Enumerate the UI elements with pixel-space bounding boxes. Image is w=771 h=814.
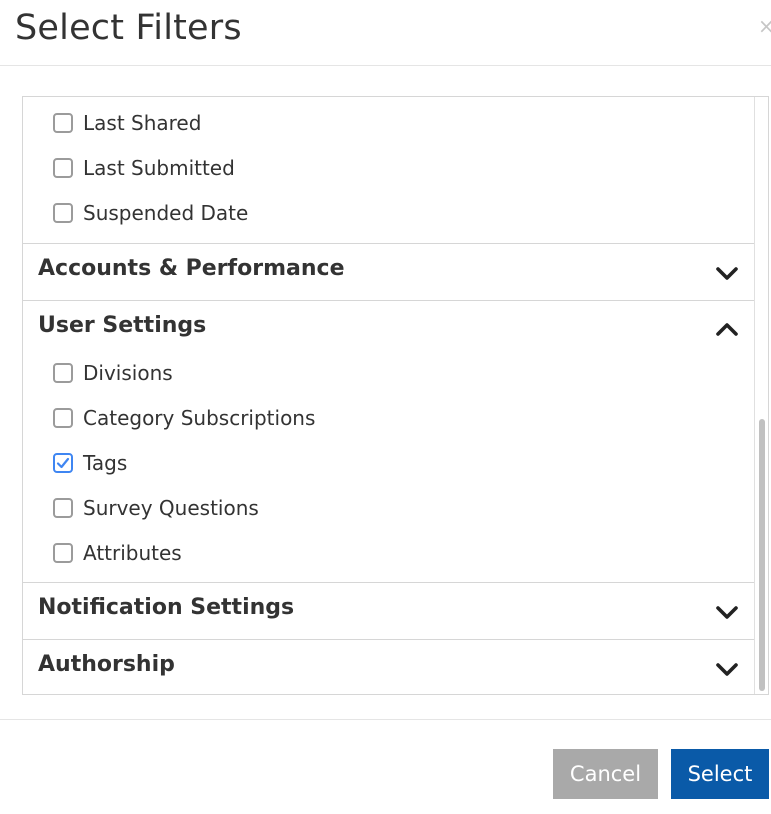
section-notification-settings[interactable]: Notification Settings xyxy=(23,582,755,639)
option-label: Suspended Date xyxy=(83,201,249,225)
checkbox-last-submitted[interactable] xyxy=(53,158,73,178)
section-title: Accounts & Performance xyxy=(38,256,345,281)
cancel-button[interactable]: Cancel xyxy=(553,749,658,799)
checkbox-suspended-date[interactable] xyxy=(53,203,73,223)
option-label: Category Subscriptions xyxy=(83,406,316,430)
option-suspended-date[interactable]: Suspended Date xyxy=(53,201,248,225)
filter-list-panel: Last Shared Last Submitted Suspended Dat… xyxy=(22,96,769,695)
select-button[interactable]: Select xyxy=(671,749,769,799)
option-label: Last Submitted xyxy=(83,156,235,180)
checkbox-attributes[interactable] xyxy=(53,543,73,563)
checkbox-last-shared[interactable] xyxy=(53,113,73,133)
section-title: Authorship xyxy=(38,652,175,677)
scrollbar-track[interactable] xyxy=(754,97,768,694)
option-label: Attributes xyxy=(83,541,182,565)
dialog-footer: Cancel Select xyxy=(0,719,771,814)
chevron-up-icon[interactable] xyxy=(715,318,739,342)
section-accounts-performance[interactable]: Accounts & Performance xyxy=(23,243,755,300)
section-user-settings: User Settings Divisions Category Subscri… xyxy=(23,300,755,582)
option-attributes[interactable]: Attributes xyxy=(53,541,182,565)
section-title: Notification Settings xyxy=(38,595,295,620)
dialog-header: Select Filters × xyxy=(0,0,771,66)
option-last-submitted[interactable]: Last Submitted xyxy=(53,156,235,180)
section-authorship[interactable]: Authorship xyxy=(23,639,755,694)
option-tags[interactable]: Tags xyxy=(53,451,127,475)
option-label: Divisions xyxy=(83,361,173,385)
checkbox-divisions[interactable] xyxy=(53,363,73,383)
chevron-down-icon[interactable] xyxy=(715,657,739,681)
option-label: Tags xyxy=(83,451,128,475)
option-survey-questions[interactable]: Survey Questions xyxy=(53,496,259,520)
checkbox-category-subscriptions[interactable] xyxy=(53,408,73,428)
section-title[interactable]: User Settings xyxy=(38,313,206,338)
chevron-down-icon[interactable] xyxy=(715,261,739,285)
option-divisions[interactable]: Divisions xyxy=(53,361,173,385)
chevron-down-icon[interactable] xyxy=(715,600,739,624)
option-label: Last Shared xyxy=(83,111,202,135)
scrollbar-thumb[interactable] xyxy=(759,419,765,691)
option-last-shared[interactable]: Last Shared xyxy=(53,111,201,135)
close-icon[interactable]: × xyxy=(758,13,771,39)
checkbox-tags[interactable] xyxy=(53,453,73,473)
checkbox-survey-questions[interactable] xyxy=(53,498,73,518)
option-label: Survey Questions xyxy=(83,496,259,520)
dialog-title: Select Filters xyxy=(15,8,242,48)
option-category-subscriptions[interactable]: Category Subscriptions xyxy=(53,406,315,430)
checkmark-icon xyxy=(56,457,70,469)
